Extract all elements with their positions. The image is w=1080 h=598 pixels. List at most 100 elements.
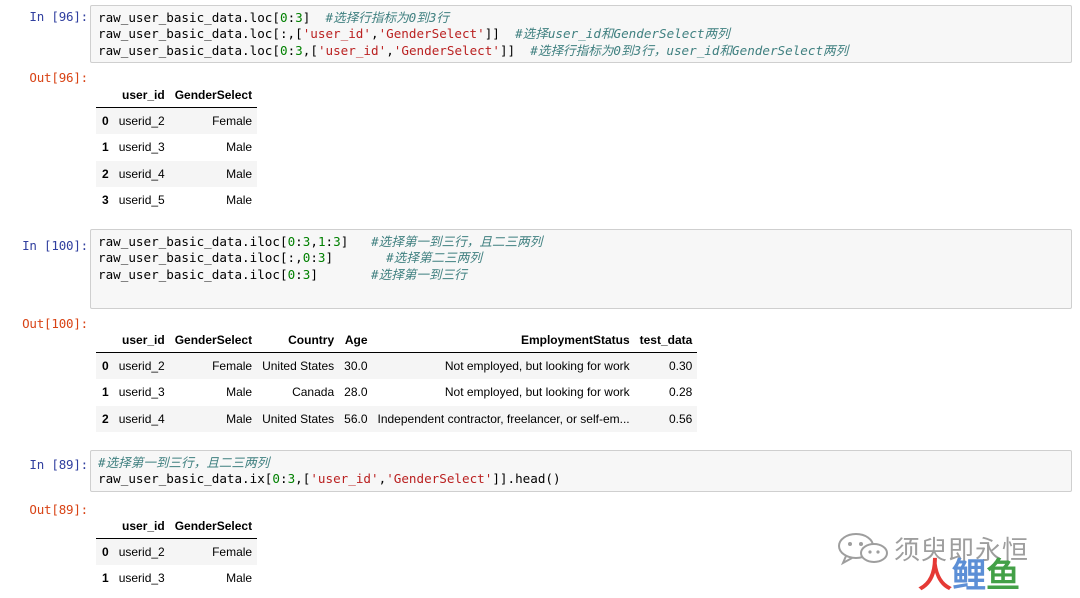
code-token: 'user_id': [302, 26, 371, 42]
code-line: raw_user_basic_data.iloc[0:3] #选择第一到三行: [98, 267, 1064, 283]
code-comment: #选择第二三两列: [386, 250, 482, 266]
code-token: 'GenderSelect': [393, 42, 500, 58]
column-header: user_id: [113, 327, 170, 353]
code-token: ,: [310, 234, 318, 249]
table-cell: Male: [226, 193, 253, 208]
table-cell: Not employed, but looking for work: [444, 359, 630, 374]
column-header: Country: [257, 327, 340, 353]
column-header: GenderSelect: [169, 82, 258, 108]
code-line: raw_user_basic_data.ix[0:3,['user_id','G…: [98, 471, 1064, 487]
code-comment: #选择第一到三行，且二三两列: [98, 455, 270, 470]
code-token: ]]: [499, 42, 531, 58]
code-token: raw_user_basic_data.loc[: [98, 42, 280, 58]
table-cell: 28.0: [344, 385, 368, 400]
watermark-brand-char: 人: [918, 556, 952, 596]
table-cell: userid_2: [118, 114, 165, 129]
code-token: 3: [295, 42, 303, 58]
code-comment: #选择第一到三行: [371, 266, 467, 282]
code-token: raw_user_basic_data.ix[: [98, 471, 273, 487]
table-cell: userid_3: [118, 385, 165, 400]
code-token: raw_user_basic_data.iloc[: [98, 234, 288, 249]
column-header: [96, 82, 114, 108]
table-cell: 0.28: [668, 385, 693, 400]
dataframe-output: user_id GenderSelect 0 userid_2 Female 1 useri…: [96, 82, 258, 213]
column-header: test_data: [634, 327, 698, 353]
code-token: ,: [386, 42, 394, 58]
table-row: 0 userid_2 Female: [96, 538, 258, 566]
table-cell: userid_4: [118, 166, 165, 181]
code-token: :: [295, 266, 303, 282]
table-row: 0 userid_2 Female United States 30.0 Not empl…: [96, 352, 698, 380]
code-token: :: [295, 234, 303, 249]
code-token: 0: [279, 10, 288, 25]
code-token: ,: [370, 26, 379, 42]
row-index: 2: [102, 166, 109, 181]
code-token: ]: [325, 250, 387, 266]
table-cell: Female: [212, 114, 253, 129]
wechat-logo-icon: [838, 533, 888, 566]
table-row: 3 userid_5 Male: [96, 187, 257, 213]
code-token: raw_user_basic_data.loc[: [98, 10, 280, 25]
table-cell: userid_5: [118, 193, 165, 208]
output-prompt: Out[89]:: [29, 502, 88, 517]
watermark-brand: 人鲤鱼: [918, 558, 1020, 594]
code-line: raw_user_basic_data.loc[0:3,['user_id','…: [98, 43, 1064, 59]
table-row: 2 userid_4 Male United States 56.0 Independen…: [96, 405, 698, 432]
code-token: 'GenderSelect': [378, 26, 485, 42]
code-token: 1: [317, 234, 326, 249]
row-index: 1: [102, 571, 109, 586]
code-token: ]: [340, 234, 372, 249]
code-token: 3: [295, 10, 303, 25]
code-token: ]: [310, 266, 372, 282]
table-cell: userid_2: [118, 545, 165, 560]
code-line: raw_user_basic_data.iloc[0:3,1:3] #选择第一到…: [98, 234, 1064, 250]
code-token: 0: [279, 42, 288, 58]
table-cell: Male: [226, 140, 253, 155]
code-token: 3: [333, 234, 341, 249]
code-cell[interactable]: raw_user_basic_data.iloc[0:3,1:3] #选择第一到…: [90, 229, 1072, 309]
watermark-brand-char: 鱼: [986, 556, 1020, 596]
table-cell: 0.30: [668, 359, 693, 374]
output-prompt: Out[96]:: [29, 70, 88, 85]
column-header: [96, 513, 114, 539]
table-cell: Independent contractor, freelancer, or s…: [377, 411, 630, 426]
code-cell[interactable]: raw_user_basic_data.loc[0:3] #选择行指标为0到3行…: [90, 5, 1072, 63]
code-line: raw_user_basic_data.loc[:,['user_id','Ge…: [98, 26, 1064, 42]
table-cell: Female: [212, 545, 253, 560]
table-cell: Male: [226, 571, 253, 586]
code-line: #选择第一到三行，且二三两列: [98, 455, 1064, 471]
column-header: user_id: [113, 513, 170, 539]
code-token: raw_user_basic_data.iloc[: [98, 266, 288, 282]
code-token: ,[: [295, 471, 311, 487]
column-header: EmploymentStatus: [372, 327, 635, 353]
code-comment: #选择第一到三行，且二三两列: [371, 234, 543, 249]
code-token: raw_user_basic_data.loc[:,[: [98, 26, 303, 42]
code-comment: #选择user_id和GenderSelect两列: [515, 26, 730, 42]
table-cell: 0.56: [668, 411, 693, 426]
output-prompt: Out[100]:: [22, 316, 88, 331]
table-cell: Male: [226, 411, 253, 426]
table-cell: United States: [262, 411, 335, 426]
code-token: :: [310, 250, 318, 266]
dataframe-output: user_id GenderSelect 0 userid_2 Female 1 useri…: [96, 513, 258, 592]
table-cell: Not employed, but looking for work: [444, 385, 630, 400]
row-index: 0: [102, 114, 109, 129]
row-index: 1: [102, 140, 109, 155]
table-cell: 30.0: [344, 359, 368, 374]
column-header: user_id: [113, 82, 170, 108]
row-index: 0: [102, 545, 109, 560]
code-token: raw_user_basic_data.iloc[:,: [98, 250, 303, 266]
table-cell: Male: [226, 385, 253, 400]
code-token: 'user_id': [317, 42, 387, 58]
code-cell[interactable]: #选择第一到三行，且二三两列 raw_user_basic_data.ix[0:3…: [90, 450, 1072, 492]
code-token: 'user_id': [310, 471, 379, 487]
code-token: 'GenderSelect': [386, 471, 493, 487]
table-row: 1 userid_3 Male: [96, 565, 257, 591]
code-token: :: [325, 234, 334, 249]
code-token: 3: [317, 250, 326, 266]
row-index: 3: [102, 193, 109, 208]
code-token: :: [279, 471, 288, 487]
code-token: ]: [302, 10, 326, 25]
table-cell: United States: [262, 359, 335, 374]
input-prompt: In [100]:: [22, 238, 88, 253]
